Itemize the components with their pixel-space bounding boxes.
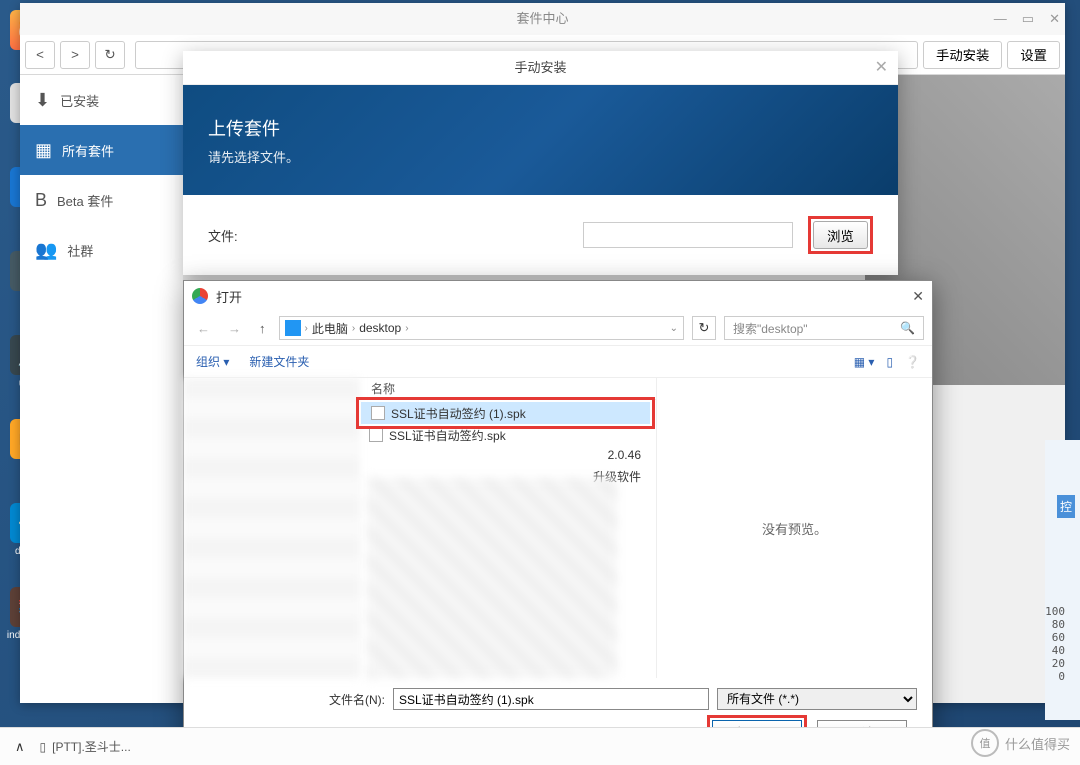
sidebar-item-installed[interactable]: ⬇已安装 (20, 75, 183, 125)
taskbar-expand[interactable]: ∧ (15, 739, 25, 755)
document-icon: ▯ (40, 740, 47, 754)
new-folder-button[interactable]: 新建文件夹 (249, 353, 309, 370)
path-refresh-button[interactable]: ↻ (692, 316, 716, 340)
refresh-button[interactable]: ↻ (95, 41, 125, 69)
banner-subtitle: 请先选择文件。 (208, 147, 873, 166)
preview-pane: 没有预览。 (657, 378, 932, 678)
settings-button[interactable]: 设置 (1007, 41, 1060, 69)
search-icon: 🔍 (900, 321, 915, 335)
manual-install-button[interactable]: 手动安装 (923, 41, 1002, 69)
column-header-name[interactable]: 名称 (359, 378, 656, 400)
dialog-close-icon[interactable]: ✕ (912, 288, 924, 305)
nav-up-icon[interactable]: ↑ (254, 321, 271, 336)
file-icon (371, 406, 385, 420)
modal-close-icon[interactable]: ✕ (875, 51, 888, 85)
file-row[interactable]: SSL证书自动签约 (1).spk (361, 402, 650, 424)
back-button[interactable]: < (25, 41, 55, 69)
taskbar-item[interactable]: ▯ [PTT].圣斗士... (40, 738, 131, 755)
chevron-down-icon[interactable]: ⌄ (670, 323, 678, 334)
file-list: 名称 SSL证书自动签约 (1).spk SSL证书自动签约.spk 2.0.4… (359, 378, 657, 678)
folder-tree[interactable] (184, 378, 359, 678)
file-label: 文件: (208, 226, 238, 245)
grid-icon: ▦ (35, 140, 52, 161)
banner-title: 上传套件 (208, 115, 873, 141)
view-menu-icon[interactable]: ▦ ▾ (854, 355, 875, 369)
breadcrumb-root[interactable]: 此电脑 (312, 320, 348, 337)
path-bar[interactable]: › 此电脑 › desktop › ⌄ (279, 316, 685, 340)
breadcrumb-folder[interactable]: desktop (359, 321, 401, 335)
preview-pane-icon[interactable]: ▯ (886, 355, 893, 369)
dialog-search-input[interactable]: 搜索"desktop" 🔍 (724, 316, 924, 340)
file-open-dialog: 打开 ✕ ← → ↑ › 此电脑 › desktop › ⌄ ↻ 搜索"desk… (183, 280, 933, 760)
file-path-input[interactable] (583, 222, 793, 248)
people-icon: 👥 (35, 240, 57, 261)
filename-input[interactable] (393, 688, 709, 710)
forward-button[interactable]: > (60, 41, 90, 69)
sidebar: ⬇已安装 ▦所有套件 BBeta 套件 👥社群 (20, 75, 183, 703)
watermark-badge: 值 (971, 729, 999, 757)
filetype-select[interactable]: 所有文件 (*.*) (717, 688, 917, 710)
nav-forward-icon[interactable]: → (223, 321, 246, 336)
close-icon[interactable]: ✕ (1049, 3, 1060, 35)
watermark: 值 什么值得买 (971, 729, 1070, 757)
sidebar-item-all[interactable]: ▦所有套件 (20, 125, 183, 175)
browse-button[interactable]: 浏览 (813, 221, 868, 249)
axis-numbers: 100 80 60 40 20 0 (1045, 605, 1065, 683)
window-titlebar: 套件中心 — ▭ ✕ (20, 3, 1065, 35)
chrome-icon (192, 288, 208, 304)
beta-icon: B (35, 190, 47, 211)
dialog-title: 打开 (216, 287, 242, 306)
file-icon (369, 428, 383, 442)
file-name: SSL证书自动签约 (1).spk (391, 405, 526, 422)
sidebar-item-community[interactable]: 👥社群 (20, 225, 183, 275)
file-name: SSL证书自动签约.spk (389, 427, 506, 444)
taskbar: ∧ ▯ [PTT].圣斗士... (0, 727, 1080, 765)
maximize-icon[interactable]: ▭ (1022, 3, 1034, 35)
modal-banner: 上传套件 请先选择文件。 (183, 85, 898, 195)
file-row[interactable]: SSL证书自动签约.spk (359, 424, 656, 446)
download-icon: ⬇ (35, 90, 50, 111)
window-title: 套件中心 (516, 11, 568, 26)
filename-label: 文件名(N): (329, 691, 385, 708)
organize-menu[interactable]: 组织 ▾ (196, 353, 229, 370)
manual-install-modal: 手动安装 ✕ 上传套件 请先选择文件。 文件: 浏览 (183, 51, 898, 275)
right-panel-label: 控 (1057, 495, 1075, 518)
watermark-text: 什么值得买 (1005, 734, 1070, 753)
pc-icon (285, 320, 301, 336)
nav-back-icon[interactable]: ← (192, 321, 215, 336)
sidebar-item-beta[interactable]: BBeta 套件 (20, 175, 183, 225)
modal-header: 手动安装 ✕ (183, 51, 898, 85)
blurred-content (367, 478, 617, 678)
minimize-icon[interactable]: — (994, 3, 1007, 35)
modal-title: 手动安装 (514, 60, 566, 75)
help-icon[interactable]: ❔ (905, 355, 920, 369)
